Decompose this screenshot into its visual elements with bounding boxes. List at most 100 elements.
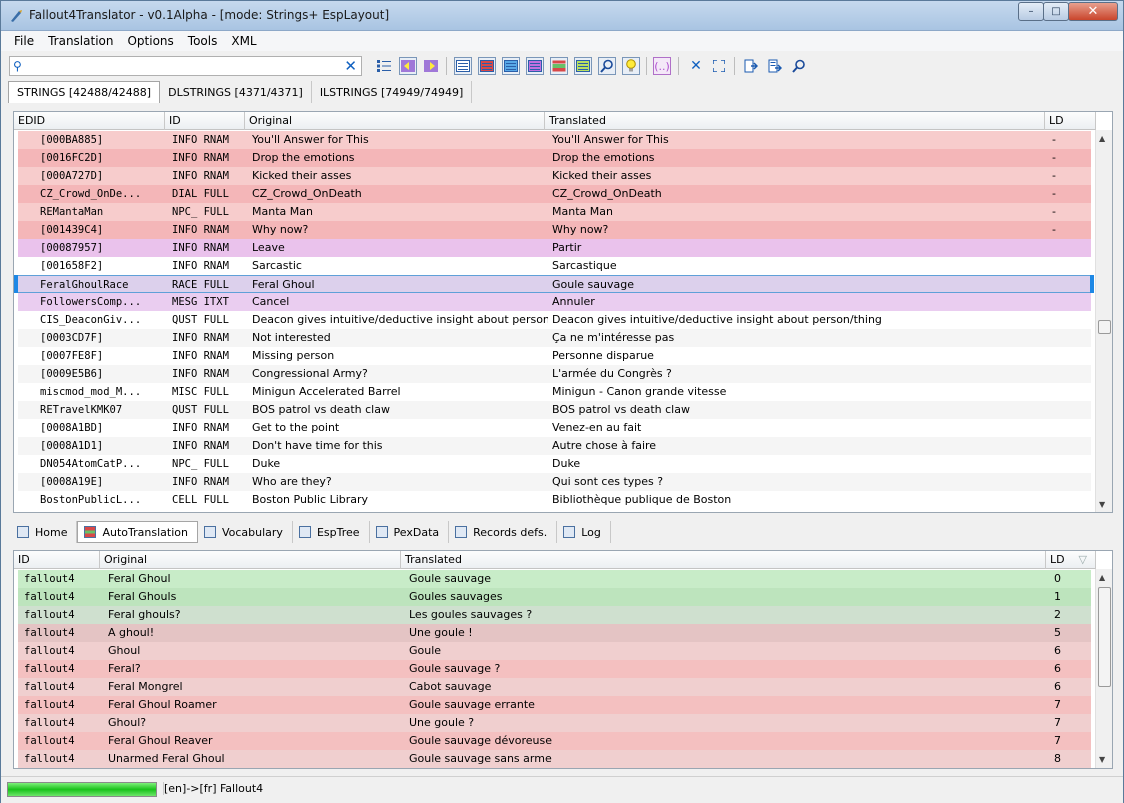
original-cell: Manta Man — [252, 205, 313, 218]
tab-records-defs[interactable]: Records defs. — [449, 521, 558, 543]
table-row[interactable]: FollowersComp... MESG ITXT Cancel Annuler — [18, 293, 1091, 311]
table-row[interactable]: BostonPublicL... CELL FULL Boston Public L… — [18, 491, 1091, 509]
tab-ilstrings[interactable]: ILSTRINGS [74949/74949] — [312, 81, 473, 103]
table-row[interactable]: fallout4 Feral? Goule sauvage ? 6 — [18, 660, 1091, 678]
filter-purple-icon[interactable] — [526, 57, 544, 75]
find-icon[interactable] — [598, 57, 616, 75]
tab-esptree[interactable]: EspTree — [293, 521, 370, 543]
menu-translation[interactable]: Translation — [41, 34, 120, 48]
table-row[interactable]: fallout4 A ghoul! Une goule ! 5 — [18, 624, 1091, 642]
autotranslation-scrollbar[interactable]: ▲ ▼ — [1095, 569, 1112, 768]
fullscreen-icon[interactable] — [710, 57, 728, 75]
tab-autotranslation[interactable]: AutoTranslation — [77, 521, 198, 543]
table-row[interactable]: fallout4 Unarmed Feral Ghoul Goule sauvage… — [18, 750, 1091, 768]
col-ld[interactable]: LD ▽ — [1046, 551, 1096, 569]
strings-grid[interactable]: EDID ID Original Translated LD [000BA885… — [13, 111, 1113, 513]
export-icon[interactable] — [742, 57, 760, 75]
table-row[interactable]: [0008A1BD] INFO RNAM Get to the point Venez… — [18, 419, 1091, 437]
col-original[interactable]: Original — [100, 551, 401, 569]
table-row[interactable]: [0016FC2D] INFO RNAM Drop the emotions Drop… — [18, 149, 1091, 167]
ld-cell: - — [1052, 223, 1056, 236]
table-row[interactable]: fallout4 Feral Ghouls Goules sauvages 1 — [18, 588, 1091, 606]
scroll-up-icon[interactable]: ▲ — [1099, 573, 1105, 582]
scroll-thumb[interactable] — [1098, 320, 1111, 334]
table-row[interactable]: CIS_DeaconGiv... QUST FULL Deacon gives in… — [18, 311, 1091, 329]
col-id[interactable]: ID — [165, 112, 245, 130]
scroll-thumb[interactable] — [1098, 587, 1111, 687]
export-all-icon[interactable] — [766, 57, 784, 75]
app-icon — [11, 10, 22, 22]
menu-xml[interactable]: XML — [224, 34, 263, 48]
search-replace-icon[interactable] — [790, 57, 808, 75]
table-row[interactable]: [0009E5B6] INFO RNAM Congressional Army? L'… — [18, 365, 1091, 383]
scroll-up-icon[interactable]: ▲ — [1099, 134, 1105, 143]
lightbulb-icon[interactable] — [622, 57, 640, 75]
filter-red-icon[interactable] — [478, 57, 496, 75]
id-cell: INFO RNAM — [172, 332, 229, 344]
filter-white-icon[interactable] — [454, 57, 472, 75]
prev-arrow-icon[interactable] — [399, 57, 417, 75]
search-box[interactable]: ⚲ ✕ — [9, 56, 362, 76]
layout-list-icon[interactable] — [375, 57, 393, 75]
table-row[interactable]: [001439C4] INFO RNAM Why now? Why now? - — [18, 221, 1091, 239]
tab-home[interactable]: Home — [11, 521, 78, 543]
original-cell: Minigun Accelerated Barrel — [252, 385, 401, 398]
tab-vocabulary[interactable]: Vocabulary — [198, 521, 293, 543]
table-row[interactable]: [000BA885] INFO RNAM You'll Answer for Thi… — [18, 131, 1091, 149]
table-row[interactable]: [0007FE8F] INFO RNAM Missing person Personn… — [18, 347, 1091, 365]
table-row[interactable]: [0008A19E] INFO RNAM Who are they? Qui sont… — [18, 473, 1091, 491]
col-edid[interactable]: EDID — [14, 112, 165, 130]
close-button[interactable]: ✕ — [1068, 2, 1118, 21]
col-original[interactable]: Original — [245, 112, 545, 130]
menu-tools[interactable]: Tools — [181, 34, 225, 48]
strings-scrollbar[interactable]: ▲ ▼ — [1095, 130, 1112, 512]
table-row[interactable]: [001658F2] INFO RNAM Sarcastic Sarcastique — [18, 257, 1091, 275]
table-row[interactable]: [0008A1D1] INFO RNAM Don't have time for t… — [18, 437, 1091, 455]
table-row[interactable]: [00087957] INFO RNAM Leave Partir — [18, 239, 1091, 257]
edid-cell: [0016FC2D] — [40, 152, 104, 164]
table-row[interactable]: [000A727D] INFO RNAM Kicked their asses Kic… — [18, 167, 1091, 185]
translated-cell: Goule sauvage — [552, 278, 634, 291]
edid-cell: [001439C4] — [40, 224, 104, 236]
table-row[interactable]: fallout4 Feral Ghoul Reaver Goule sauvage … — [18, 732, 1091, 750]
scroll-down-icon[interactable]: ▼ — [1099, 755, 1105, 764]
brackets-icon[interactable]: (..) — [653, 57, 671, 75]
col-ld[interactable]: LD — [1045, 112, 1096, 130]
translated-cell: Ça ne m'intéresse pas — [552, 331, 675, 344]
table-row[interactable]: fallout4 Feral ghouls? Les goules sauvages… — [18, 606, 1091, 624]
col-translated[interactable]: Translated — [545, 112, 1045, 130]
clear-search-icon[interactable]: ✕ — [344, 57, 357, 75]
filter-blue-icon[interactable] — [502, 57, 520, 75]
col-id[interactable]: ID — [14, 551, 100, 569]
maximize-button[interactable]: □ — [1043, 2, 1069, 21]
filter-mixed-icon[interactable] — [550, 57, 568, 75]
tab-dlstrings[interactable]: DLSTRINGS [4371/4371] — [160, 81, 312, 103]
filter-green-icon[interactable] — [574, 57, 592, 75]
table-row[interactable]: DN054AtomCatP... NPC_ FULL Duke Duke — [18, 455, 1091, 473]
table-row[interactable]: fallout4 Ghoul Goule 6 — [18, 642, 1091, 660]
table-row[interactable]: FeralGhoulRace RACE FULL Feral Ghoul Goule … — [18, 275, 1091, 293]
table-row[interactable]: RETravelKMK07 QUST FULL BOS patrol vs deat… — [18, 401, 1091, 419]
tab-pexdata[interactable]: PexData — [370, 521, 450, 543]
id-cell: QUST FULL — [172, 314, 229, 326]
menu-file[interactable]: File — [7, 34, 41, 48]
menu-options[interactable]: Options — [120, 34, 180, 48]
tab-log[interactable]: Log — [557, 521, 611, 543]
autotranslation-grid[interactable]: ID Original Translated LD ▽ fallout4 Feral… — [13, 550, 1113, 769]
table-row[interactable]: fallout4 Feral Mongrel Cabot sauvage 6 — [18, 678, 1091, 696]
table-row[interactable]: miscmod_mod_M... MISC FULL Minigun Acceler… — [18, 383, 1091, 401]
col-translated[interactable]: Translated — [401, 551, 1046, 569]
table-row[interactable]: CZ_Crowd_OnDe... DIAL FULL CZ_Crowd_OnDeat… — [18, 185, 1091, 203]
next-arrow-icon[interactable] — [422, 57, 440, 75]
toolbar-separator — [734, 57, 735, 75]
minimize-button[interactable]: – — [1018, 2, 1044, 21]
table-row[interactable]: fallout4 Ghoul? Une goule ? 7 — [18, 714, 1091, 732]
tab-strings[interactable]: STRINGS [42488/42488] — [8, 81, 161, 103]
table-row[interactable]: fallout4 Feral Ghoul Goule sauvage 0 — [18, 570, 1091, 588]
table-row[interactable]: REMantaMan NPC_ FULL Manta Man Manta Man - — [18, 203, 1091, 221]
table-row[interactable]: fallout4 Feral Ghoul Roamer Goule sauvage … — [18, 696, 1091, 714]
clear-icon[interactable]: ✕ — [687, 57, 705, 75]
scroll-down-icon[interactable]: ▼ — [1099, 500, 1105, 509]
title-bar[interactable]: Fallout4Translator - v0.1Alpha - [mode: … — [1, 1, 1123, 31]
table-row[interactable]: [0003CD7F] INFO RNAM Not interested Ça ne m… — [18, 329, 1091, 347]
